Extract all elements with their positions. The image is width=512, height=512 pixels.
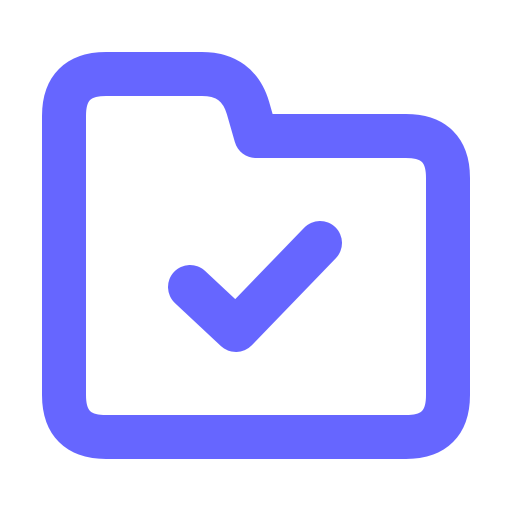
folder-check-icon [42, 52, 470, 459]
folder-outline [42, 52, 470, 459]
checkmark [168, 221, 342, 352]
icon-canvas [0, 0, 512, 512]
